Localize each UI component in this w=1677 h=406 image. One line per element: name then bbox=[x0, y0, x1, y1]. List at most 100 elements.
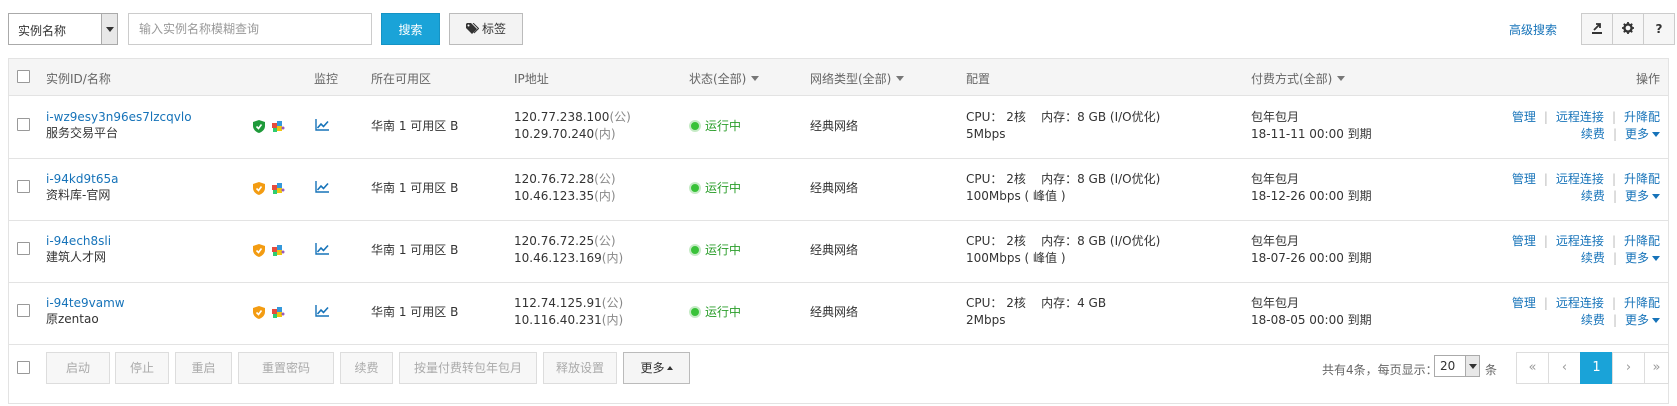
instance-id-link[interactable]: i-94kd9t65a bbox=[46, 171, 118, 188]
more-actions-button[interactable]: 更多 bbox=[623, 352, 690, 384]
private-ip: 10.29.70.240 bbox=[514, 127, 595, 141]
plugin-icon[interactable] bbox=[271, 182, 285, 198]
more-actions-label: 更多 bbox=[640, 361, 665, 375]
start-button[interactable]: 启动 bbox=[46, 352, 110, 384]
next-page-button[interactable]: › bbox=[1612, 352, 1645, 384]
settings-button[interactable] bbox=[1612, 13, 1644, 45]
remote-connect-link[interactable]: 远程连接 bbox=[1556, 110, 1604, 124]
upgrade-link[interactable]: 升降配 bbox=[1624, 296, 1660, 310]
help-button[interactable]: ? bbox=[1643, 13, 1675, 45]
caret-down-icon bbox=[1652, 256, 1660, 261]
renew-link[interactable]: 续费 bbox=[1581, 127, 1605, 141]
header-monitor: 监控 bbox=[314, 72, 339, 86]
private-ip: 10.116.40.231 bbox=[514, 313, 602, 327]
plugin-icon[interactable] bbox=[271, 306, 285, 322]
plugin-icon[interactable] bbox=[271, 244, 285, 260]
row-checkbox[interactable] bbox=[17, 242, 30, 255]
security-shield-icon[interactable] bbox=[253, 244, 265, 260]
plugin-icon[interactable] bbox=[271, 120, 285, 136]
more-link-label: 更多 bbox=[1624, 189, 1649, 203]
renew-link[interactable]: 续费 bbox=[1581, 189, 1605, 203]
monitor-chart-icon[interactable] bbox=[315, 181, 329, 196]
security-shield-icon[interactable] bbox=[253, 182, 265, 198]
manage-link[interactable]: 管理 bbox=[1512, 172, 1536, 186]
remote-connect-link[interactable]: 远程连接 bbox=[1556, 296, 1604, 310]
export-icon bbox=[1592, 23, 1602, 34]
chevron-down-icon[interactable] bbox=[1465, 356, 1479, 376]
remote-connect-link[interactable]: 远程连接 bbox=[1556, 172, 1604, 186]
row-checkbox[interactable] bbox=[17, 180, 30, 193]
last-page-button[interactable]: » bbox=[1644, 352, 1669, 384]
public-ip: 112.74.125.91 bbox=[514, 296, 602, 310]
instance-name: 建筑人才网 bbox=[46, 250, 107, 264]
status-badge: 运行中 bbox=[689, 180, 741, 197]
tag-button[interactable]: 标签 bbox=[449, 13, 523, 45]
first-page-button[interactable]: « bbox=[1516, 352, 1549, 384]
page-1-button[interactable]: 1 bbox=[1580, 352, 1613, 384]
header-billing-filter[interactable]: 付费方式(全部) bbox=[1251, 70, 1346, 87]
row-checkbox[interactable] bbox=[17, 118, 30, 131]
instance-id-link[interactable]: i-wz9esy3n96es7lzcqvlo bbox=[46, 109, 192, 126]
billing-type: 包年包月 bbox=[1251, 110, 1300, 124]
release-settings-button[interactable]: 释放设置 bbox=[543, 352, 617, 384]
renew-link[interactable]: 续费 bbox=[1581, 251, 1605, 265]
instance-id-link[interactable]: i-94ech8sli bbox=[46, 233, 111, 250]
footer-select-all-checkbox[interactable] bbox=[17, 361, 30, 374]
table-footer: 启动 停止 重启 重置密码 续费 按量付费转包年包月 释放设置 更多 共有4条，… bbox=[9, 339, 1669, 403]
private-ip-tag: (内) bbox=[594, 189, 616, 203]
row-checkbox[interactable] bbox=[17, 304, 30, 317]
more-link[interactable]: 更多 bbox=[1625, 189, 1660, 203]
private-ip-tag: (内) bbox=[594, 127, 616, 141]
monitor-chart-icon[interactable] bbox=[315, 305, 329, 320]
header-network-filter[interactable]: 网络类型(全部) bbox=[810, 70, 905, 87]
export-button[interactable] bbox=[1581, 13, 1613, 45]
more-link[interactable]: 更多 bbox=[1625, 127, 1660, 141]
stop-button[interactable]: 停止 bbox=[115, 352, 169, 384]
status-badge: 运行中 bbox=[689, 304, 741, 321]
prev-page-button[interactable]: ‹ bbox=[1548, 352, 1581, 384]
page-size-select[interactable]: 20 bbox=[1434, 355, 1480, 377]
upgrade-link[interactable]: 升降配 bbox=[1624, 172, 1660, 186]
monitor-chart-icon[interactable] bbox=[315, 119, 329, 134]
header-billing-label: 付费方式(全部) bbox=[1251, 72, 1333, 86]
manage-link[interactable]: 管理 bbox=[1512, 296, 1536, 310]
remote-connect-link[interactable]: 远程连接 bbox=[1556, 234, 1604, 248]
caret-down-icon bbox=[896, 76, 905, 81]
security-shield-icon[interactable] bbox=[253, 306, 265, 322]
upgrade-link[interactable]: 升降配 bbox=[1624, 110, 1660, 124]
upgrade-link[interactable]: 升降配 bbox=[1624, 234, 1660, 248]
manage-link[interactable]: 管理 bbox=[1512, 110, 1536, 124]
table-row: i-wz9esy3n96es7lzcqvlo 服务交易平台 华南 1 可用区 B 12… bbox=[9, 97, 1668, 159]
instance-id-link[interactable]: i-94te9vamw bbox=[46, 295, 125, 312]
more-link[interactable]: 更多 bbox=[1625, 313, 1660, 327]
select-all-checkbox[interactable] bbox=[17, 70, 30, 83]
convert-billing-button[interactable]: 按量付费转包年包月 bbox=[399, 352, 537, 384]
security-shield-icon[interactable] bbox=[253, 120, 265, 136]
search-button[interactable]: 搜索 bbox=[381, 13, 440, 45]
more-link-label: 更多 bbox=[1624, 127, 1649, 141]
more-link[interactable]: 更多 bbox=[1625, 251, 1660, 265]
search-input[interactable] bbox=[128, 13, 372, 45]
network-type: 经典网络 bbox=[810, 305, 859, 319]
row-actions-line-2: 续费 | 更多 bbox=[1581, 126, 1660, 143]
renew-link[interactable]: 续费 bbox=[1581, 313, 1605, 327]
private-ip: 10.46.123.169 bbox=[514, 251, 602, 265]
config-line-1: CPU： 2核 内存：8 GB (I/O优化) bbox=[966, 172, 1161, 186]
advanced-search-link[interactable]: 高级搜索 bbox=[1509, 21, 1557, 38]
status-text: 运行中 bbox=[705, 243, 742, 257]
header-status-filter[interactable]: 状态(全部) bbox=[689, 70, 760, 87]
caret-down-icon bbox=[1337, 76, 1346, 81]
chevron-down-icon[interactable] bbox=[101, 14, 117, 44]
status-badge: 运行中 bbox=[689, 118, 741, 135]
filter-select[interactable]: 实例名称 bbox=[8, 13, 118, 45]
renew-button[interactable]: 续费 bbox=[340, 352, 393, 384]
manage-link[interactable]: 管理 bbox=[1512, 234, 1536, 248]
row-actions-line-1: 管理 | 远程连接 | 升降配 bbox=[1511, 110, 1660, 124]
tag-icon bbox=[465, 22, 480, 34]
header-ip: IP地址 bbox=[514, 72, 549, 86]
monitor-chart-icon[interactable] bbox=[315, 243, 329, 258]
reset-password-button[interactable]: 重置密码 bbox=[238, 352, 334, 384]
restart-button[interactable]: 重启 bbox=[175, 352, 232, 384]
zone-text: 华南 1 可用区 B bbox=[371, 181, 459, 195]
billing-type: 包年包月 bbox=[1251, 296, 1300, 310]
